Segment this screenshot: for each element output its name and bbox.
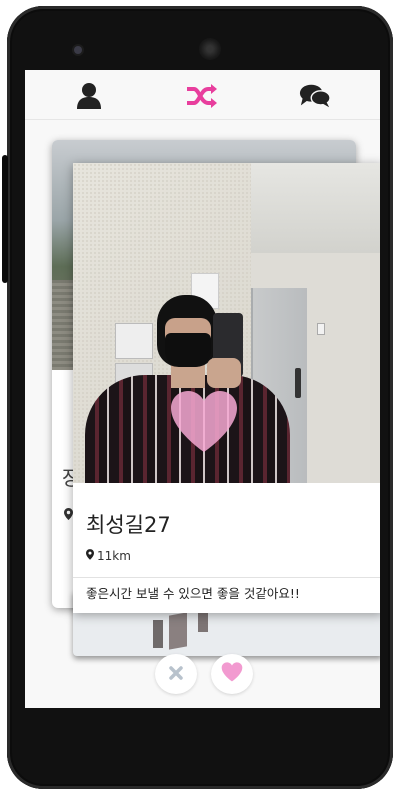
peek-frame [153, 620, 163, 648]
profile-bio: 좋은시간 보낼 수 있으면 좋을 것같아요!! [86, 586, 300, 601]
photo-door-handle [295, 368, 301, 398]
peek-frame [169, 612, 187, 650]
profile-distance: 11km [97, 549, 131, 563]
user-icon[interactable] [73, 80, 105, 112]
dislike-button[interactable] [155, 654, 197, 694]
photo-panel [115, 323, 153, 359]
like-button[interactable] [211, 654, 253, 694]
person-hand [207, 358, 241, 388]
profile-location: 11km [86, 549, 131, 563]
side-button [2, 155, 8, 283]
top-nav-bar [25, 70, 380, 120]
divider [73, 577, 380, 578]
photo-switch [317, 323, 325, 335]
earpiece-speaker [199, 38, 221, 60]
heart-icon [221, 662, 243, 686]
profile-photo [73, 163, 380, 483]
app-screen: 장 최성길27 11km 좋은시간 보낼 수 있으면 좋을 것같아요!! [25, 70, 380, 708]
x-icon [169, 665, 183, 684]
person-mask [165, 333, 211, 367]
map-pin-icon [86, 549, 94, 563]
peek-frame [198, 610, 208, 632]
front-camera [74, 46, 82, 54]
profile-info: 최성길27 11km 좋은시간 보낼 수 있으면 좋을 것같아요!! [73, 483, 380, 613]
photo-ceiling [251, 163, 380, 253]
chat-bubbles-icon[interactable] [299, 80, 331, 112]
map-pin-icon [64, 508, 73, 523]
heart-overlay-icon [169, 387, 239, 457]
profile-name: 최성길27 [86, 513, 171, 537]
front-profile-card[interactable]: 최성길27 11km 좋은시간 보낼 수 있으면 좋을 것같아요!! [73, 163, 380, 613]
shuffle-icon[interactable] [186, 80, 218, 112]
